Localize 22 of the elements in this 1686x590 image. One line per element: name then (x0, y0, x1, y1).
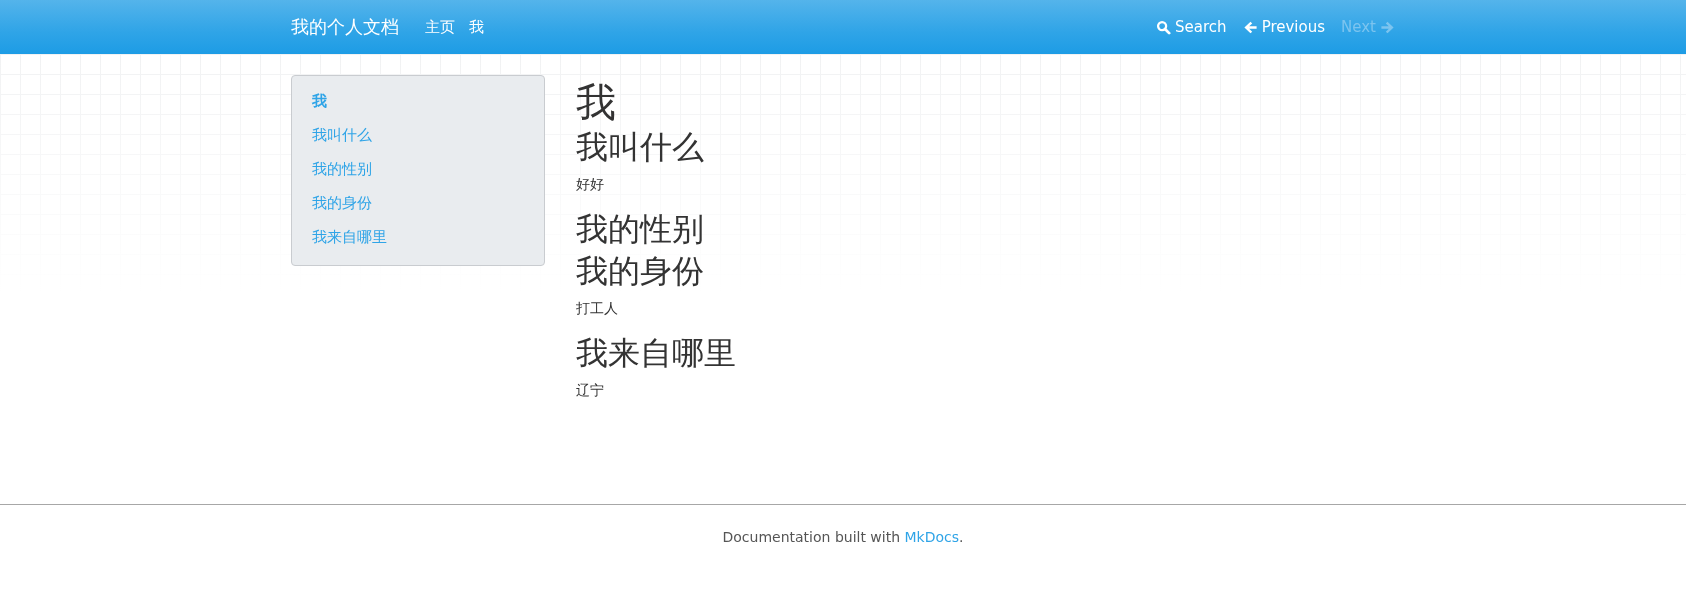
sidebar-item[interactable]: 我的身份 (312, 192, 372, 214)
arrow-right-icon (1380, 19, 1395, 35)
paragraph: 辽宁 (576, 381, 605, 400)
sidebar-item[interactable]: 我叫什么 (312, 124, 372, 146)
paragraph: 好好 (576, 175, 605, 194)
search-icon (1156, 19, 1172, 35)
section-heading: 我叫什么 (576, 127, 705, 168)
sidebar-item[interactable]: 我 (312, 90, 327, 112)
nav-link[interactable]: 我 (469, 17, 484, 37)
footer-text: Documentation built with MkDocs. (722, 528, 964, 547)
section-heading: 我的性别 (576, 209, 705, 250)
arrow-left-icon (1242, 19, 1258, 35)
page-heading: 我 (576, 78, 617, 126)
search-link[interactable]: Search (1156, 18, 1227, 36)
section-heading: 我来自哪里 (576, 333, 736, 374)
previous-link[interactable]: Previous (1242, 18, 1326, 36)
sidebar-item[interactable]: 我来自哪里 (312, 226, 387, 248)
site-title[interactable]: 我的个人文档 (291, 15, 399, 39)
paragraph: 打工人 (576, 299, 619, 318)
section-heading: 我的身份 (576, 251, 705, 292)
nav-link[interactable]: 主页 (425, 17, 455, 37)
sidebar-item[interactable]: 我的性别 (312, 158, 372, 180)
